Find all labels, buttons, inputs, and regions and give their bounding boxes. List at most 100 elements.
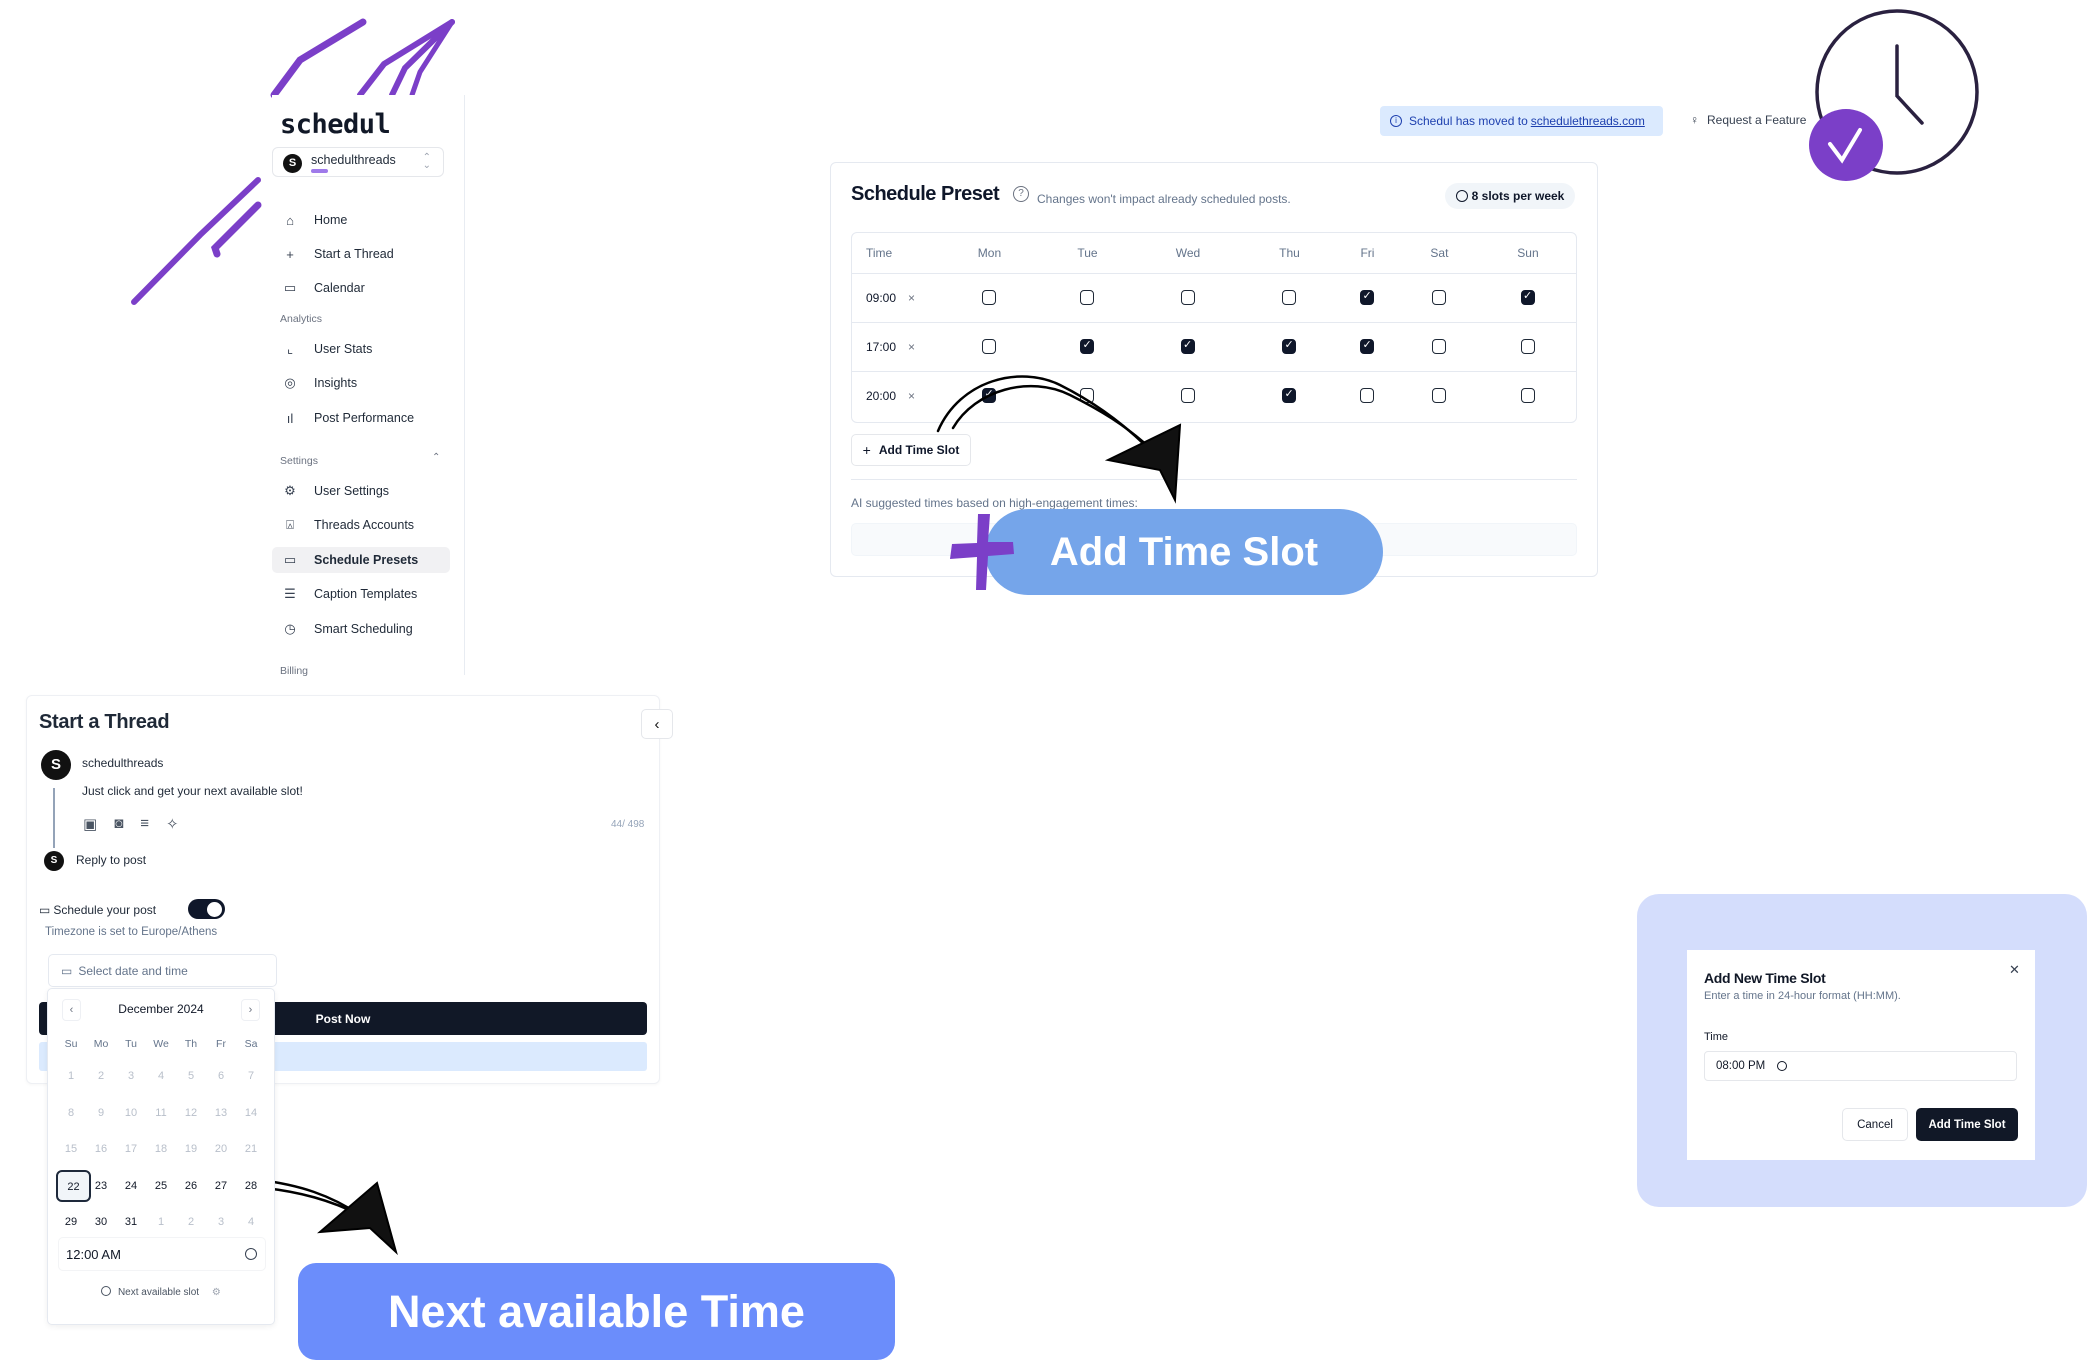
day-checkbox[interactable] (1282, 387, 1297, 404)
day-checkbox[interactable] (1360, 289, 1375, 305)
day-checkbox[interactable] (1520, 289, 1535, 305)
sidebar-item-start-thread[interactable]: + Start a Thread (272, 241, 450, 267)
image-icon[interactable]: ▣ (83, 815, 97, 833)
lightbulb-icon: ♀ (1690, 113, 1699, 127)
account-switcher[interactable]: S schedulthreads ⌃ ⌄ (272, 147, 444, 177)
sidebar-item-user-stats[interactable]: ⌞ User Stats (272, 336, 450, 362)
gif-icon[interactable]: ◙ (114, 815, 123, 833)
day-checkbox[interactable] (1432, 338, 1447, 354)
sidebar-item-post-performance[interactable]: ıl Post Performance (272, 405, 450, 431)
day-checkbox[interactable] (1432, 289, 1447, 305)
calendar-day: 3 (206, 1204, 236, 1241)
schedule-row: 20:00 × (852, 371, 1576, 420)
day-checkbox[interactable] (1180, 338, 1195, 354)
request-feature-button[interactable]: ♀ Request a Feature (1690, 113, 1806, 127)
day-checkbox[interactable] (1282, 289, 1297, 305)
char-count: 44/ 498 (611, 819, 645, 830)
account-name: schedulthreads (311, 153, 396, 167)
time-label: 17:00 (866, 339, 897, 354)
day-number: 10 (124, 1106, 138, 1119)
day-checkbox[interactable] (982, 338, 997, 354)
calendar-day[interactable]: 25 (146, 1168, 176, 1205)
day-number: 7 (247, 1070, 255, 1082)
date-time-input[interactable]: ▭ Select date and time (48, 954, 277, 987)
day-number: 1 (157, 1216, 165, 1228)
day-checkbox[interactable] (1180, 388, 1195, 404)
day-checkbox[interactable] (982, 387, 997, 404)
plus-icon: + (286, 246, 294, 262)
day-checkbox[interactable] (1360, 388, 1375, 404)
app-logo[interactable]: schedul (280, 109, 391, 140)
calendar-day[interactable]: 24 (116, 1168, 146, 1205)
day-number: 29 (64, 1216, 78, 1228)
day-checkbox[interactable] (1282, 338, 1297, 354)
calendar-day[interactable]: 23 (86, 1168, 116, 1205)
page-title: Schedule Preset (851, 183, 1000, 205)
collapse-button[interactable]: ‹ (641, 709, 673, 739)
day-checkbox[interactable] (1520, 388, 1535, 404)
align-icon[interactable]: ≡ (140, 815, 149, 833)
calendar-day: 10 (116, 1095, 146, 1132)
chevron-up-icon[interactable]: ⌃ (432, 452, 440, 463)
day-checkbox[interactable] (1432, 388, 1447, 404)
sidebar-item-smart-scheduling[interactable]: ◷ Smart Scheduling (272, 616, 450, 642)
weekday-label: Su (64, 1038, 78, 1050)
sidebar-item-caption-templates[interactable]: ☰ Caption Templates (272, 581, 450, 607)
day-checkbox[interactable] (1080, 388, 1095, 404)
day-checkbox[interactable] (1360, 338, 1375, 354)
calendar-day[interactable]: 30 (86, 1204, 116, 1241)
reply-input[interactable]: Reply to post (76, 853, 146, 867)
calendar-day[interactable]: 29 (56, 1204, 86, 1241)
day-number: 2 (97, 1070, 105, 1082)
calendar-day[interactable]: 26 (176, 1168, 206, 1205)
day-checkbox[interactable] (982, 289, 997, 305)
day-number: 20 (214, 1143, 228, 1155)
scan-eye-icon: ◎ (284, 375, 296, 390)
submit-add-time-slot-button[interactable]: Add Time Slot (1916, 1108, 2018, 1141)
sidebar-item-schedule-presets[interactable]: ▭ Schedule Presets (272, 547, 450, 573)
post-text-input[interactable]: Just click and get your next available s… (82, 784, 303, 798)
time-input[interactable]: 12:00 AM (58, 1237, 266, 1271)
section-label-billing: Billing (280, 665, 309, 677)
calendar-day: 1 (146, 1204, 176, 1241)
sidebar-item-user-settings[interactable]: ⚙ User Settings (272, 478, 450, 504)
cancel-button[interactable]: Cancel (1842, 1108, 1908, 1141)
day-checkbox[interactable] (1080, 289, 1095, 305)
weekday-label: Sa (244, 1038, 258, 1050)
sidebar-item-home[interactable]: ⌂ Home (272, 207, 450, 233)
add-time-slot-button[interactable]: + Add Time Slot (851, 434, 971, 466)
calendar-day: 2 (176, 1204, 206, 1241)
calendar-day: 16 (86, 1131, 116, 1168)
sidebar-item-insights[interactable]: ◎ Insights (272, 370, 450, 396)
grid-header-row: Time Mon Tue Wed Thu Fri Sat Sun (852, 233, 1576, 274)
weekday-label: Th (184, 1038, 198, 1050)
day-number: 28 (244, 1179, 258, 1192)
clock-icon (245, 1248, 257, 1260)
time-field[interactable]: 08:00 PM (1704, 1051, 2017, 1081)
calendar-day[interactable]: 31 (116, 1204, 146, 1241)
submit-label: Add Time Slot (1928, 1118, 2006, 1131)
day-checkbox[interactable] (1080, 338, 1095, 354)
sidebar-item-calendar[interactable]: ▭ Calendar (272, 275, 450, 301)
next-month-button[interactable]: › (241, 999, 260, 1021)
close-icon[interactable]: ✕ (2009, 962, 2020, 978)
day-cell (937, 322, 1042, 372)
calendar-day[interactable]: 22 (56, 1168, 91, 1205)
day-checkbox[interactable] (1520, 338, 1535, 354)
remove-time-icon[interactable]: × (908, 340, 915, 354)
prev-month-button[interactable]: ‹ (62, 999, 81, 1021)
help-icon[interactable]: ? (1013, 186, 1029, 202)
next-available-slot-button[interactable]: Next available slot ⚙ (48, 1286, 274, 1298)
remove-time-icon[interactable]: × (908, 389, 915, 403)
day-number: 2 (187, 1216, 195, 1228)
schedule-toggle[interactable] (188, 899, 225, 919)
sidebar-item-threads-accounts[interactable]: ⍓ Threads Accounts (272, 512, 450, 538)
calendar-day[interactable]: 28 (236, 1168, 266, 1205)
gear-icon[interactable]: ⚙ (212, 1287, 221, 1298)
remove-time-icon[interactable]: × (908, 291, 915, 305)
calendar-day[interactable]: 27 (206, 1168, 236, 1205)
time-field-label: Time (1704, 1031, 1729, 1043)
banner-link[interactable]: schedulethreads.com (1531, 114, 1645, 128)
magic-wand-icon[interactable]: ✧ (166, 815, 179, 833)
day-checkbox[interactable] (1180, 289, 1195, 305)
